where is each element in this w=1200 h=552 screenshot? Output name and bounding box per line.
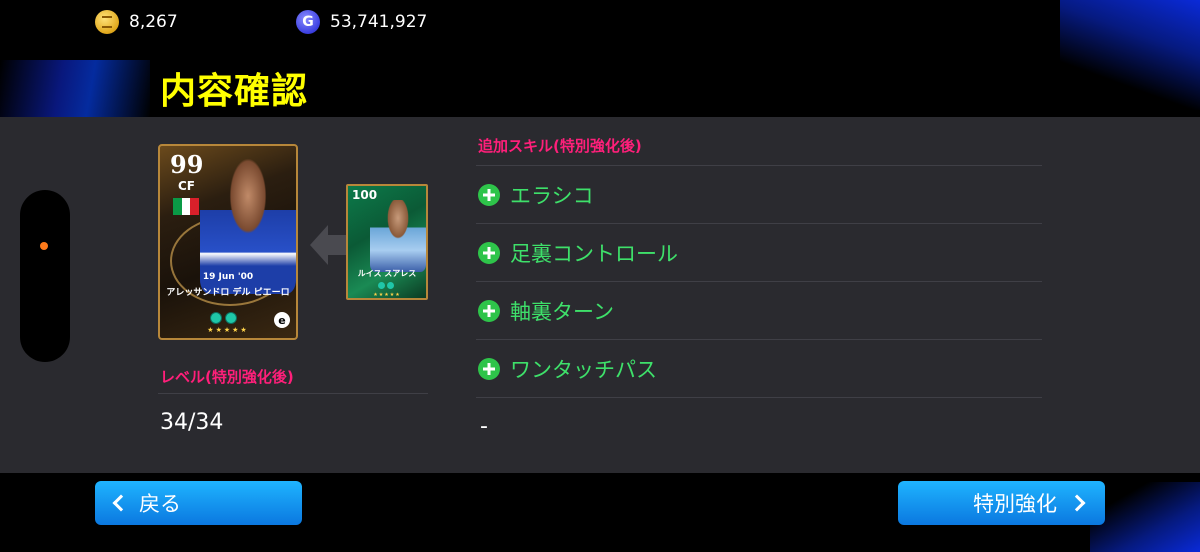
chevron-left-icon <box>112 494 130 512</box>
badge-icon <box>378 282 385 289</box>
card-date: 19 Jun '00 <box>202 272 254 282</box>
level-value: 34/34 <box>160 410 224 435</box>
skill-item: ワンタッチパス <box>476 339 1042 397</box>
player-card-sub[interactable]: 100 ルイス スアレス ★★★★★ <box>346 184 428 300</box>
plus-icon <box>478 241 500 264</box>
level-label: レベル(特別強化後) <box>160 368 294 386</box>
chevron-right-icon <box>1068 494 1086 512</box>
page-title: 内容確認 <box>160 71 309 112</box>
italy-flag-icon <box>173 198 200 215</box>
player-portrait <box>370 200 426 272</box>
skill-item: エラシコ <box>476 165 1042 223</box>
skill-name: エラシコ <box>510 183 594 208</box>
side-menu-handle[interactable] <box>20 190 70 362</box>
card-rating: 100 <box>352 188 378 202</box>
coins-value: 8,267 <box>129 12 178 32</box>
skill-list: エラシコ 足裏コントロール 軸裏ターン ワンタッチパス - <box>476 165 1042 455</box>
special-upgrade-button[interactable]: 特別強化 <box>898 481 1105 525</box>
card-rating: 99 <box>170 150 204 179</box>
skills-label: 追加スキル(特別強化後) <box>478 137 642 155</box>
coins-display: 8,267 <box>95 10 178 34</box>
skill-item: 軸裏ターン <box>476 281 1042 339</box>
card-player-name: アレッサンドロ デル ピエーロ <box>166 288 290 298</box>
decorative-streak-right <box>1060 0 1200 110</box>
plus-icon <box>478 183 500 206</box>
skill-item: 足裏コントロール <box>476 223 1042 281</box>
skill-name: 足裏コントロール <box>510 241 678 266</box>
card-player-name: ルイス スアレス <box>357 269 417 278</box>
gp-icon: G <box>296 10 320 34</box>
badge-icon <box>225 312 237 324</box>
card-stars: ★★★★★ <box>373 292 401 298</box>
notification-dot <box>40 242 48 250</box>
badge-icon <box>387 282 394 289</box>
decorative-streak-right-bottom <box>1090 482 1200 552</box>
coin-icon <box>95 10 119 34</box>
player-card-main[interactable]: 99 CF 19 Jun '00 アレッサンドロ デル ピエーロ e ★★★★★ <box>158 144 298 340</box>
divider <box>158 393 428 394</box>
gp-display: G 53,741,927 <box>296 10 427 34</box>
arrow-left-icon <box>310 225 328 265</box>
card-badges <box>378 282 394 289</box>
skill-name: 軸裏ターン <box>510 299 614 324</box>
card-badges <box>210 312 237 324</box>
badge-icon <box>210 312 222 324</box>
card-position: CF <box>178 179 196 193</box>
card-stars: ★★★★★ <box>207 326 249 334</box>
plus-icon <box>478 357 500 380</box>
back-button[interactable]: 戻る <box>95 481 302 525</box>
skill-name: ワンタッチパス <box>510 357 657 382</box>
decorative-streak-left <box>0 60 150 118</box>
skill-empty-slot: - <box>476 397 1042 455</box>
gp-value: 53,741,927 <box>330 12 428 32</box>
special-upgrade-button-label: 特別強化 <box>973 492 1057 516</box>
plus-icon <box>478 299 500 322</box>
back-button-label: 戻る <box>139 492 181 516</box>
